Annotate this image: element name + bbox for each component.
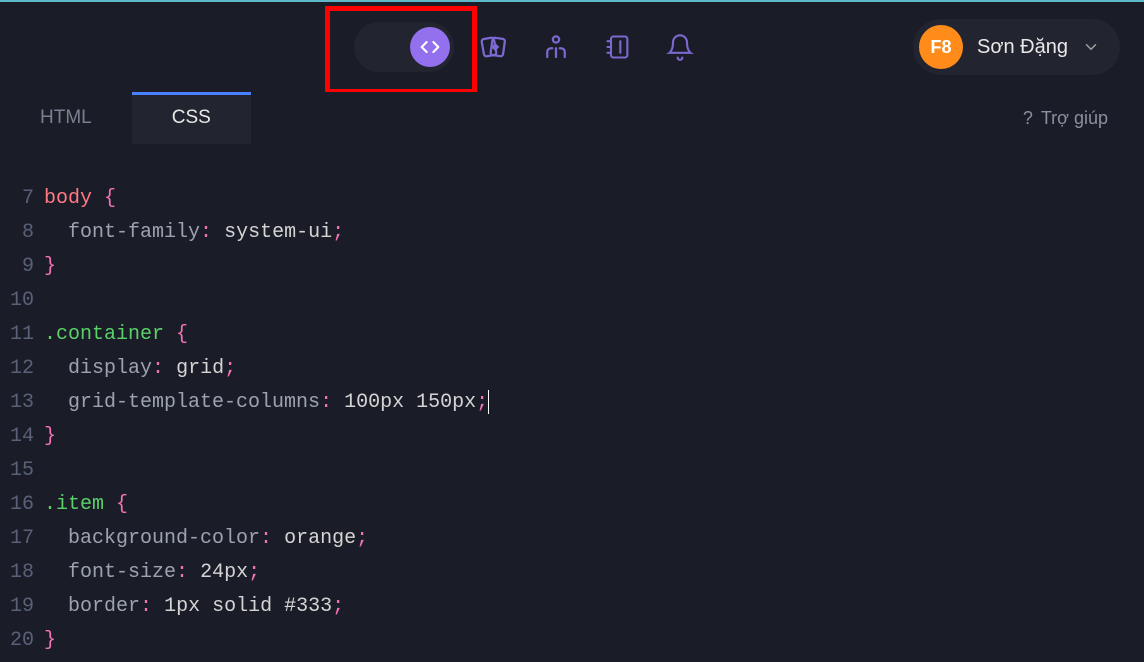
help-link[interactable]: ? Trợ giúp [987,92,1144,144]
code-line: 14} [0,420,1144,454]
code-line: 7body { [0,182,1144,216]
line-number: 17 [0,522,44,556]
code-icon [420,37,440,57]
topbar: F8 Sơn Đặng [0,2,1144,92]
line-number: 8 [0,216,44,250]
code-editor[interactable]: 7body {8 font-family: system-ui;9}1011.c… [0,144,1144,662]
line-content: display: grid; [44,352,236,386]
code-line: 11.container { [0,318,1144,352]
line-number: 15 [0,454,44,488]
line-content: } [44,250,56,284]
line-number: 14 [0,420,44,454]
notebook-icon-button[interactable] [596,25,640,69]
code-line: 13 grid-template-columns: 100px 150px; [0,386,1144,420]
line-content: .container { [44,318,188,352]
line-number: 7 [0,182,44,216]
line-number: 11 [0,318,44,352]
line-number: 9 [0,250,44,284]
help-label: Trợ giúp [1041,108,1108,129]
code-line: 16.item { [0,488,1144,522]
code-line [0,148,1144,182]
code-toggle-knob [410,27,450,67]
line-content: font-family: system-ui; [44,216,344,250]
code-line: 15 [0,454,1144,488]
avatar: F8 [919,25,963,69]
learn-icon [541,32,571,62]
user-menu[interactable]: F8 Sơn Đặng [913,19,1120,75]
editor-tabbar: HTML CSS ? Trợ giúp [0,92,1144,144]
tab-css[interactable]: CSS [132,92,251,144]
line-content: grid-template-columns: 100px 150px; [44,386,489,420]
bell-icon-button[interactable] [658,25,702,69]
learn-icon-button[interactable] [534,25,578,69]
line-content: body { [44,182,116,216]
code-line: 19 border: 1px solid #333; [0,590,1144,624]
code-line: 9} [0,250,1144,284]
line-number: 10 [0,284,44,318]
line-number: 19 [0,590,44,624]
code-line: 10 [0,284,1144,318]
line-content: border: 1px solid #333; [44,590,344,624]
line-number: 16 [0,488,44,522]
code-line: 12 display: grid; [0,352,1144,386]
line-number: 12 [0,352,44,386]
topbar-icons [354,22,702,72]
line-number: 20 [0,624,44,658]
code-toggle[interactable] [354,22,454,72]
cards-icon-button[interactable] [472,25,516,69]
line-content: font-size: 24px; [44,556,260,590]
line-number: 18 [0,556,44,590]
line-number: 13 [0,386,44,420]
code-line: 17 background-color: orange; [0,522,1144,556]
line-content: } [44,624,56,658]
cards-icon [479,32,509,62]
line-content: .item { [44,488,128,522]
notebook-icon [604,33,632,61]
code-line: 18 font-size: 24px; [0,556,1144,590]
line-content: background-color: orange; [44,522,368,556]
tab-html[interactable]: HTML [0,92,132,144]
code-line: 8 font-family: system-ui; [0,216,1144,250]
text-cursor [488,390,489,414]
bell-icon [666,33,694,61]
chevron-down-icon [1082,38,1100,56]
code-line: 20} [0,624,1144,658]
help-prefix: ? [1023,108,1033,129]
line-content: } [44,420,56,454]
username: Sơn Đặng [977,36,1068,59]
